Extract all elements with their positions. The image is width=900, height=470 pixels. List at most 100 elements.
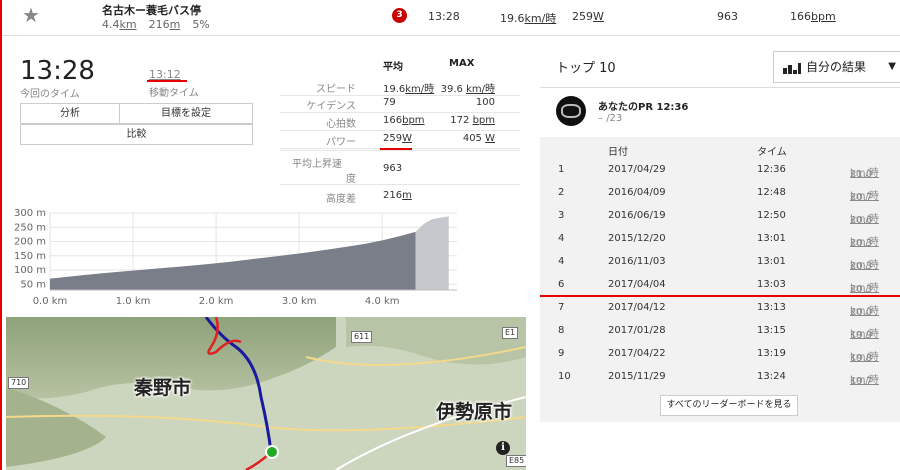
row-speed: 20.3 km/時 — [850, 256, 879, 272]
row-speed-value: 20.7 — [850, 192, 873, 203]
stat-avg-unit: W — [402, 133, 412, 144]
row-date[interactable]: 2017/04/22 — [608, 348, 666, 359]
stat-max: 39.6 km/時 — [415, 80, 495, 95]
top10-panel: トップ 10 自分の結果 ▼ あなたのPR 12:36 – /23 日付 タイム… — [540, 37, 900, 470]
elevation-chart: 300 m 250 m 200 m 150 m 100 m 50 m 0.0 km 1.0 k… — [14, 208, 457, 307]
row-time: 13:24 — [757, 371, 786, 382]
stat-max: 405 W — [415, 133, 495, 144]
segment-row[interactable]: ★ 名古木ー蓑毛バス停 4.4km 216m 5% 3 13:28 19.6km/時… — [2, 0, 900, 36]
row-speed: 20.6 km/時 — [850, 210, 879, 226]
segment-time: 13:28 — [428, 10, 460, 23]
stat-max: 100 — [415, 97, 495, 108]
row-date[interactable]: 2017/04/04 — [608, 279, 666, 290]
annotation-underline — [147, 80, 187, 82]
row-speed-value: 19.9 — [850, 330, 873, 341]
leaderboard-row[interactable]: 3 2016/06/19 12:50 20.6 km/時 — [540, 205, 900, 228]
segment-distance-unit: km — [119, 18, 137, 31]
row-rank: 10 — [558, 371, 571, 382]
elevation-area-segment — [50, 231, 416, 290]
row-speed: 21.0 km/時 — [850, 164, 879, 180]
stat-max-value: 100 — [475, 97, 495, 108]
segment-grade: 5% — [192, 18, 210, 31]
leaderboard-row[interactable]: 9 2017/04/22 13:19 19.8 km/時 — [540, 343, 900, 366]
row-time: 13:03 — [757, 279, 786, 290]
row-speed: 19.8 km/時 — [850, 348, 879, 364]
row-date[interactable]: 2015/12/20 — [608, 233, 666, 244]
row-time: 13:19 — [757, 348, 786, 359]
stat-max-value: 39.6 — [440, 84, 463, 95]
segment-elev-unit: m — [169, 18, 181, 31]
row-date[interactable]: 2015/11/29 — [608, 371, 666, 382]
leaderboard-row[interactable]: 6 2017/04/04 13:03 20.3 km/時 — [540, 274, 900, 297]
road-sign-611: 611 — [351, 331, 373, 343]
row-rank: 9 — [558, 348, 565, 359]
elev-diff-number: 216 — [383, 190, 403, 201]
row-speed-value: 20.3 — [850, 284, 873, 295]
star-icon[interactable]: ★ — [22, 3, 40, 27]
leaderboard-row[interactable]: 10 2015/11/29 13:24 19.7 km/時 — [540, 366, 900, 389]
row-time: 13:13 — [757, 302, 786, 313]
annotation-underline — [540, 295, 900, 297]
avatar[interactable] — [556, 96, 586, 126]
info-icon[interactable]: i — [496, 441, 510, 455]
row-speed-value: 19.7 — [850, 376, 873, 387]
segment-heartrate: 166bpm — [790, 10, 836, 23]
x-tick-label: 4.0 km — [365, 296, 400, 307]
row-date[interactable]: 2017/04/29 — [608, 164, 666, 175]
row-time: 13:01 — [757, 256, 786, 267]
row-speed: 20.3 km/時 — [850, 279, 879, 295]
pr-rank-value: /23 — [606, 113, 623, 124]
row-date[interactable]: 2017/04/12 — [608, 302, 666, 313]
results-filter-dropdown[interactable]: 自分の結果 ▼ — [773, 51, 900, 83]
pr-label: あなたのPR 12:36 — [598, 102, 689, 113]
row-speed-value: 20.0 — [850, 307, 873, 318]
compare-button[interactable]: 比較 — [20, 124, 253, 145]
view-all-leaderboards-button[interactable]: すべてのリーダーボードを見る — [660, 395, 798, 416]
pr-rank: – /23 — [598, 113, 622, 124]
stat-label: スピード — [316, 84, 356, 95]
route-map[interactable]: 秦野市 伊勢原市 611 E1 710 E85 i — [6, 317, 526, 470]
stats-divider — [280, 130, 520, 131]
row-rank: 7 — [558, 302, 565, 313]
segment-vam: 963 — [717, 10, 738, 23]
road-sign-e1: E1 — [502, 327, 519, 339]
segment-speed-unit: km/時 — [524, 12, 557, 25]
stat-avg: 259W — [383, 133, 412, 144]
start-marker[interactable] — [265, 445, 279, 459]
row-date[interactable]: 2017/01/28 — [608, 325, 666, 336]
row-rank: 8 — [558, 325, 565, 336]
row-speed: 19.7 km/時 — [850, 371, 879, 387]
pr-dash: – — [598, 113, 603, 124]
row-rank: 6 — [558, 279, 565, 290]
row-date[interactable]: 2016/04/09 — [608, 187, 666, 198]
set-goal-button[interactable]: 目標を設定 — [119, 103, 253, 124]
row-time: 13:15 — [757, 325, 786, 336]
analyze-button[interactable]: 分析 — [20, 103, 120, 124]
stat-avg-value: 79 — [383, 97, 396, 108]
row-time: 12:36 — [757, 164, 786, 175]
elevation-area-after — [415, 216, 449, 290]
stat-max-value: 405 — [462, 133, 482, 144]
segment-meta: 4.4km 216m 5% — [102, 18, 222, 31]
stat-max-unit: bpm — [472, 115, 495, 126]
leaderboard-row[interactable]: 2 2016/04/09 12:48 20.7 km/時 — [540, 182, 900, 205]
stats-divider — [280, 112, 520, 113]
stat-label: パワー — [326, 137, 356, 148]
leaderboard-row[interactable]: 8 2017/01/28 13:15 19.9 km/時 — [540, 320, 900, 343]
vam-label-2: 度 — [346, 174, 356, 185]
leaderboard-row[interactable]: 1 2017/04/29 12:36 21.0 km/時 — [540, 159, 900, 182]
segment-name[interactable]: 名古木ー蓑毛バス停 — [102, 2, 201, 18]
row-speed-value: 20.3 — [850, 261, 873, 272]
row-speed-value: 19.8 — [850, 353, 873, 364]
stats-max-header: MAX — [449, 58, 475, 69]
row-rank: 1 — [558, 164, 565, 175]
row-date[interactable]: 2016/06/19 — [608, 210, 666, 221]
leaderboard-row[interactable]: 4 2015/12/20 13:01 20.3 km/時 — [540, 228, 900, 251]
segment-power-unit: W — [593, 10, 604, 23]
y-tick-label: 250 m — [14, 222, 46, 233]
x-tick-label: 2.0 km — [199, 296, 234, 307]
row-time: 12:50 — [757, 210, 786, 221]
row-date[interactable]: 2016/11/03 — [608, 256, 666, 267]
leaderboard-row[interactable]: 4 2016/11/03 13:01 20.3 km/時 — [540, 251, 900, 274]
leaderboard-row[interactable]: 7 2017/04/12 13:13 20.0 km/時 — [540, 297, 900, 320]
